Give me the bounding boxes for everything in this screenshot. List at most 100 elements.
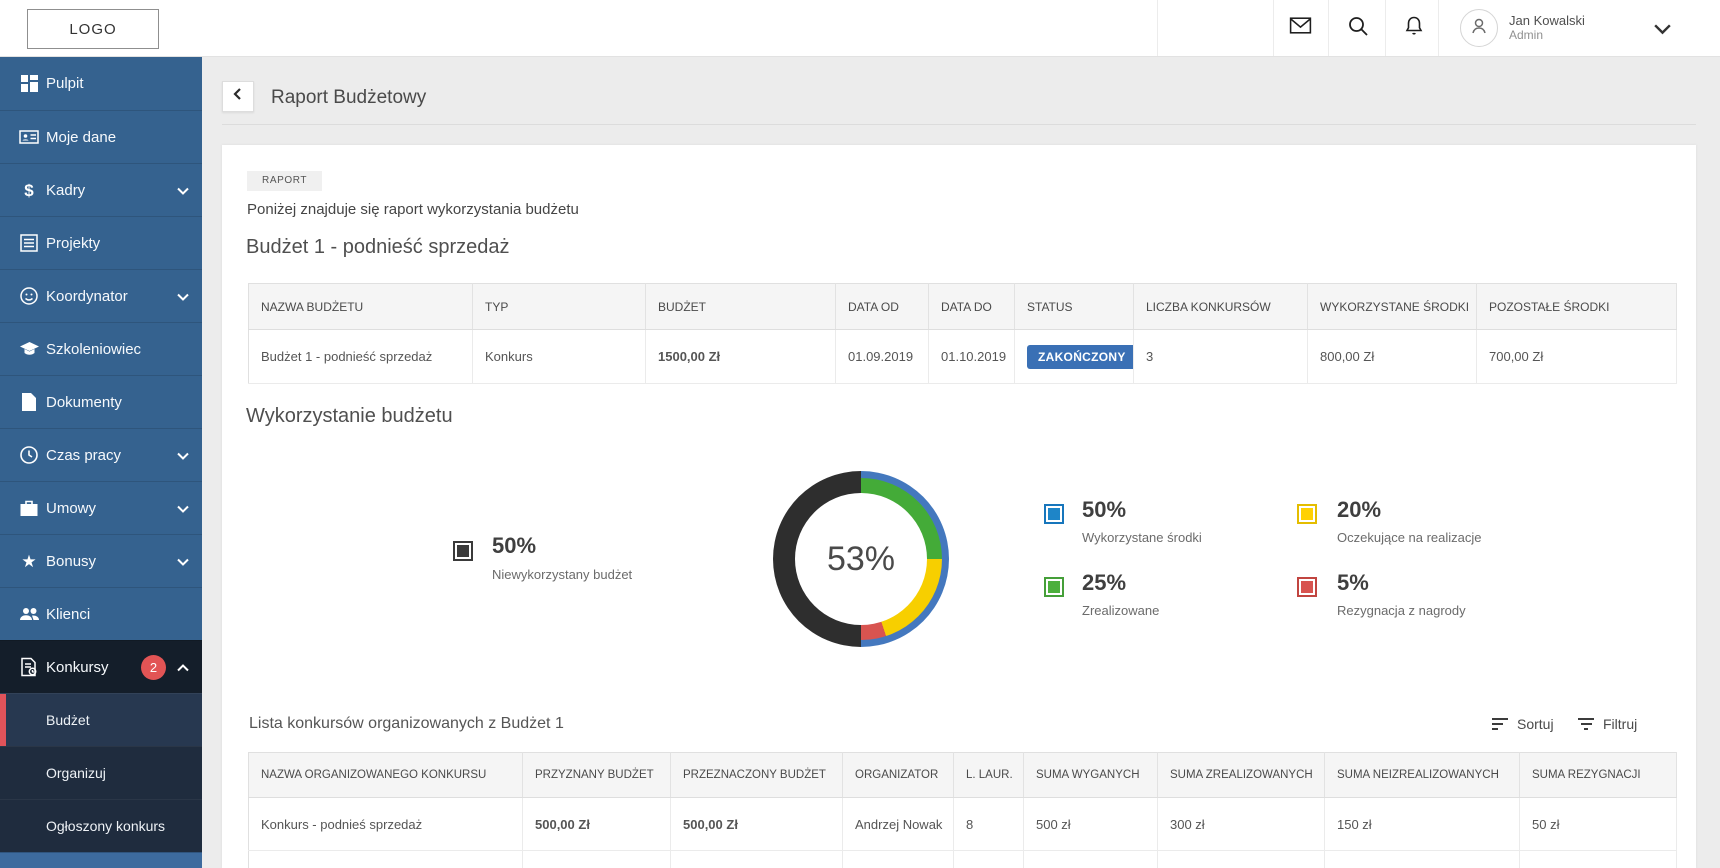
sidebar-item-projekty[interactable]: Projekty [0, 216, 202, 269]
column-header: SUMA ZREALIZOWANYCH [1158, 753, 1325, 798]
table-row: Budżet 1 - podnieść sprzedaż Konkurs 150… [249, 330, 1677, 384]
sidebar-subitem-ogloszony-konkurs[interactable]: Ogłoszony konkurs [0, 799, 202, 852]
cell-allocated-budget: 500,00 Zł [671, 798, 843, 851]
chevron-down-icon [176, 555, 190, 574]
sidebar-item-bonusy[interactable]: ★ Bonusy [0, 534, 202, 587]
sidebar-item-kadry[interactable]: $ Kadry [0, 163, 202, 216]
sidebar-item-czas-pracy[interactable]: Czas pracy [0, 428, 202, 481]
filter-label: Filtruj [1603, 716, 1637, 732]
legend-swatch-green [1044, 577, 1064, 597]
column-header: SUMA WYGANYCH [1024, 753, 1158, 798]
search-button[interactable] [1330, 0, 1385, 56]
sidebar-item-koordynator[interactable]: Koordynator [0, 269, 202, 322]
sidebar-item-label: Koordynator [46, 288, 128, 305]
filter-icon [1578, 718, 1594, 730]
cell-granted-budget: 500,00 Zł [523, 798, 671, 851]
search-icon [1346, 14, 1370, 43]
face-icon [12, 286, 46, 306]
legend-label: Wykorzystane środki [1082, 530, 1202, 545]
legend-swatch-black [453, 541, 473, 561]
sidebar-subitem-organizuj[interactable]: Organizuj [0, 746, 202, 799]
sidebar-item-konkursy[interactable]: Konkursy 2 [0, 640, 202, 693]
legend-percent: 20% [1337, 497, 1381, 523]
cell-remaining-funds: 700,00 Zł [1477, 330, 1677, 384]
cell-sum-unrealized: 150 zł [1325, 798, 1520, 851]
column-header: SUMA NEIZREALIZOWANYCH [1325, 753, 1520, 798]
user-menu-button[interactable] [1652, 19, 1673, 45]
sidebar-next-item-partial [0, 852, 202, 868]
sidebar-subitem-label: Organizuj [46, 765, 106, 781]
status-badge: ZAKOŃCZONY [1027, 345, 1134, 369]
column-header: PRZYZNANY BUDŻET [523, 753, 671, 798]
chevron-down-icon [1652, 27, 1673, 44]
contest-table: NAZWA ORGANIZOWANEGO KONKURSU PRZYZNANY … [248, 752, 1677, 868]
column-header: PRZEZNACZONY BUDŻET [671, 753, 843, 798]
donut-center-label: 53% [795, 493, 927, 625]
sidebar-item-label: Dokumenty [46, 394, 122, 411]
legend-percent: 50% [492, 533, 536, 559]
sidebar-item-dokumenty[interactable]: Dokumenty [0, 375, 202, 428]
sidebar-item-label: Czas pracy [46, 447, 121, 464]
legend-percent: 50% [1082, 497, 1126, 523]
legend-swatch-yellow [1297, 504, 1317, 524]
column-header: DATA DO [929, 284, 1015, 330]
chevron-up-icon [176, 661, 190, 680]
sidebar-item-label: Konkursy [46, 659, 109, 676]
app-logo[interactable]: LOGO [27, 9, 159, 49]
cell-organizer: Andrzej Nowak [843, 798, 954, 851]
sidebar-item-pulpit[interactable]: Pulpit [0, 57, 202, 110]
chevron-down-icon [176, 290, 190, 309]
budget-usage-donut-chart: 53% [773, 471, 949, 647]
person-icon [1468, 15, 1490, 42]
sidebar-subitem-label: Budżet [46, 712, 90, 728]
sidebar-subitem-label: Ogłoszony konkurs [46, 818, 165, 834]
page-title: Raport Budżetowy [271, 87, 426, 109]
sidebar-nav: Pulpit Moje dane $ Kadry Projekty Koordy… [0, 57, 202, 868]
cell-budget-amount: 1500,00 Zł [646, 330, 836, 384]
sidebar-item-label: Bonusy [46, 553, 96, 570]
user-avatar[interactable] [1460, 9, 1498, 47]
topbar-divider [1157, 0, 1158, 56]
legend-label: Oczekujące na realizacje [1337, 530, 1482, 545]
mail-button[interactable] [1273, 0, 1328, 56]
sidebar-item-szkoleniowiec[interactable]: Szkoleniowiec [0, 322, 202, 375]
chevron-down-icon [176, 184, 190, 203]
sidebar-item-umowy[interactable]: Umowy [0, 481, 202, 534]
column-header: TYP [473, 284, 646, 330]
chevron-left-icon [231, 87, 245, 106]
back-button[interactable] [222, 81, 254, 112]
id-card-icon [12, 127, 46, 147]
dollar-icon: $ [12, 182, 46, 199]
chevron-down-icon [176, 449, 190, 468]
notifications-button[interactable] [1386, 0, 1441, 56]
cell-type: Konkurs [473, 330, 646, 384]
cell-sum-resigned: 50 zł [1520, 798, 1677, 851]
column-header: L. LAUR. [954, 753, 1024, 798]
sort-button[interactable]: Sortuj [1492, 714, 1554, 734]
list-icon [12, 233, 46, 253]
sidebar-item-label: Pulpit [46, 75, 84, 92]
cell-sum-realized: 300 zł [1158, 798, 1325, 851]
cell-used-funds: 800,00 Zł [1308, 330, 1477, 384]
report-intro-text: Poniżej znajduje się raport wykorzystani… [247, 201, 579, 218]
contest-doc-icon [12, 657, 46, 677]
column-header: LICZBA KONKURSÓW [1134, 284, 1308, 330]
cell-date-to: 01.10.2019 [929, 330, 1015, 384]
top-bar: LOGO Jan Kowalski Admin [0, 0, 1720, 57]
filter-button[interactable]: Filtruj [1578, 714, 1637, 734]
sidebar-item-label: Kadry [46, 182, 85, 199]
table-row-partial [249, 851, 1677, 868]
column-header: BUDŻET [646, 284, 836, 330]
cell-laureates: 8 [954, 798, 1024, 851]
cell-contest-count: 3 [1134, 330, 1308, 384]
sidebar-item-klienci[interactable]: Klienci [0, 587, 202, 640]
sidebar-item-moje-dane[interactable]: Moje dane [0, 110, 202, 163]
column-header: POZOSTAŁE ŚRODKI [1477, 284, 1677, 330]
column-header: NAZWA BUDŻETU [249, 284, 473, 330]
raport-tag-badge: RAPORT [247, 171, 322, 191]
budget-heading: Budżet 1 - podnieść sprzedaż [246, 236, 510, 259]
contest-table-header-row: NAZWA ORGANIZOWANEGO KONKURSU PRZYZNANY … [249, 753, 1677, 798]
sidebar-subitem-budzet[interactable]: Budżet [0, 693, 202, 746]
column-header: DATA OD [836, 284, 929, 330]
people-icon [12, 605, 46, 623]
